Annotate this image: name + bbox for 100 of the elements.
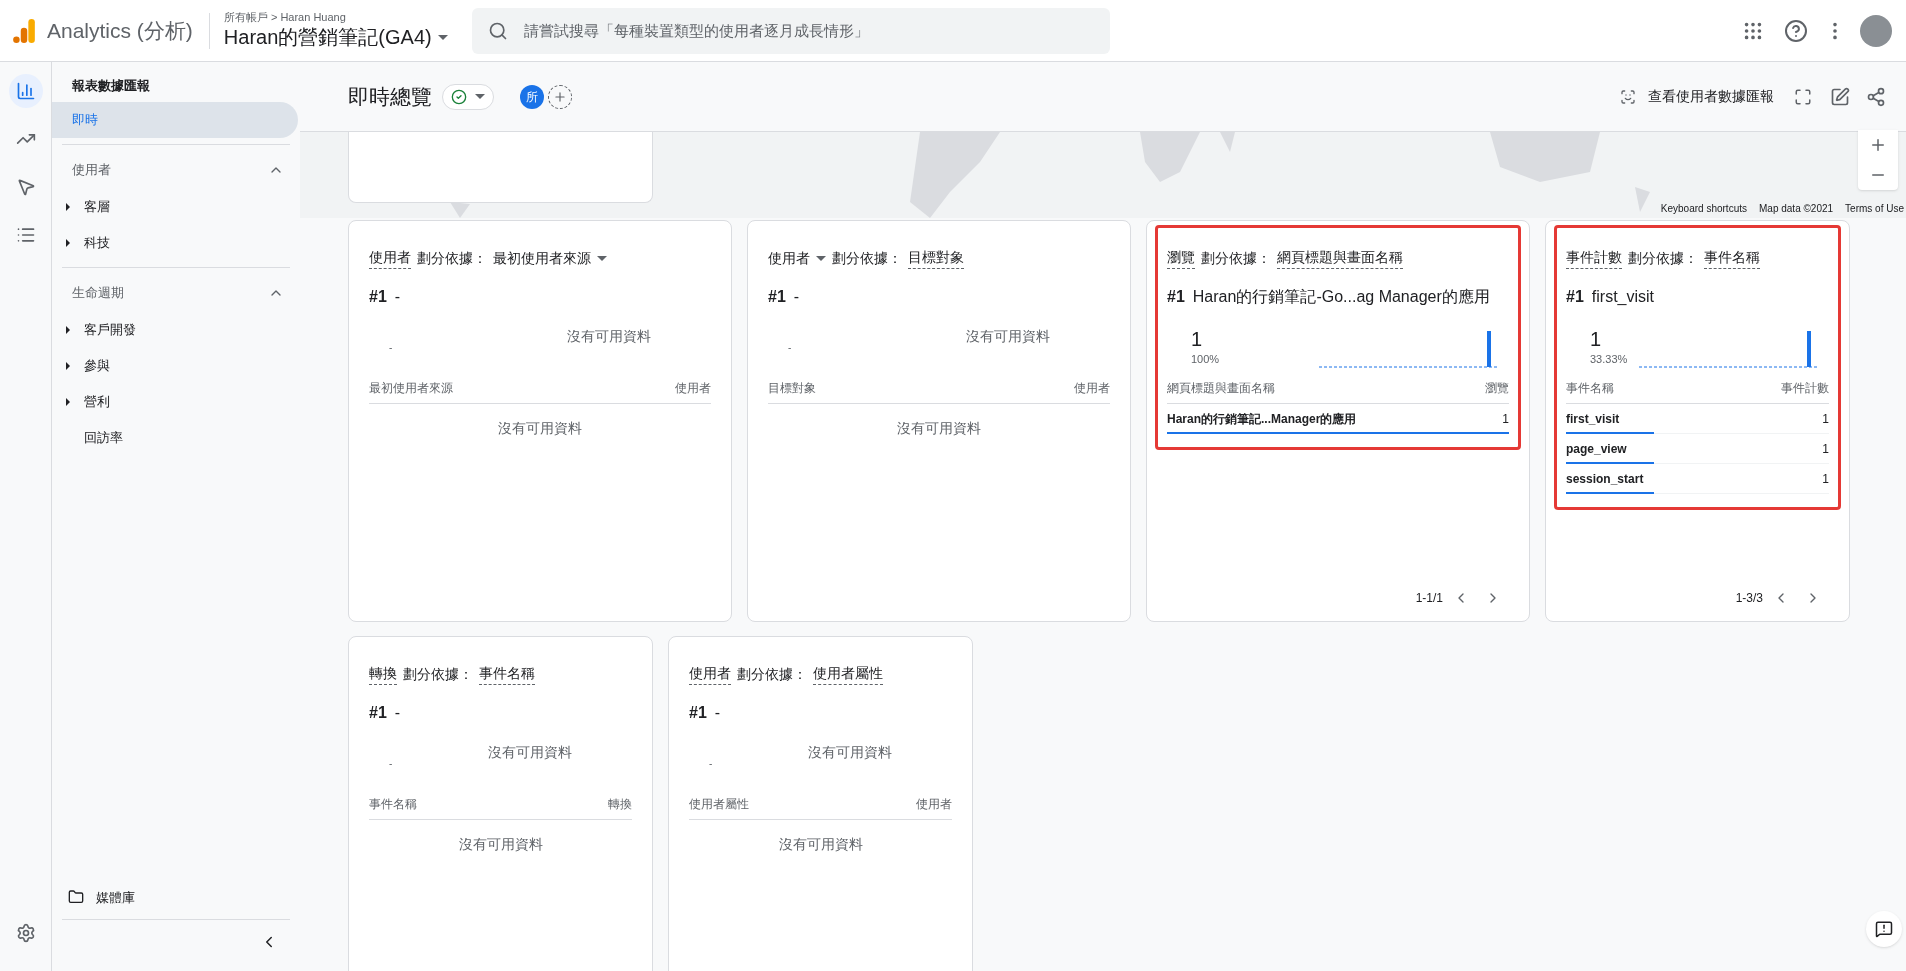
pagination-text: 1-1/1 xyxy=(1415,590,1443,607)
empty-table-text: 沒有可用資料 xyxy=(778,835,863,854)
dimension-dropdown-icon[interactable] xyxy=(597,255,607,261)
column-header: 目標對象 xyxy=(768,380,816,397)
status-dropdown[interactable] xyxy=(442,83,494,110)
comparison-chip[interactable]: 所 xyxy=(520,84,544,109)
column-header: 最初使用者來源 xyxy=(369,380,453,397)
split-label: 劃分依據： xyxy=(403,664,473,684)
expand-arrow-icon[interactable] xyxy=(66,397,70,406)
zoom-in-icon[interactable] xyxy=(1869,136,1887,154)
metric-selector[interactable]: 使用者 xyxy=(689,663,731,685)
rank: #1 xyxy=(689,703,707,723)
metric-value: 1 xyxy=(1590,326,1603,351)
section-title[interactable]: 生命週期 xyxy=(72,282,124,303)
product-name: Analytics (分析) xyxy=(47,17,193,44)
table-cell-text: 1 xyxy=(1502,410,1509,428)
breadcrumb[interactable]: 所有帳戶 > Haran Huang xyxy=(223,11,448,24)
table-cell-text: session_start xyxy=(1566,470,1644,488)
metric-selector[interactable]: 轉換 xyxy=(369,663,397,685)
column-header: 網頁標題與畫面名稱 xyxy=(1167,380,1275,397)
table-cell-text: page_view xyxy=(1566,440,1627,458)
table-cell-text: 1 xyxy=(1822,470,1829,488)
section-title[interactable]: 使用者 xyxy=(72,159,111,180)
sidebar-item[interactable]: 營利 xyxy=(84,391,110,412)
library-link[interactable]: 媒體庫 xyxy=(96,887,135,907)
help-icon[interactable] xyxy=(1784,18,1808,43)
empty-table-text: 沒有可用資料 xyxy=(458,835,543,854)
expand-arrow-icon[interactable] xyxy=(66,202,70,211)
check-icon xyxy=(451,88,467,105)
split-label: 劃分依據： xyxy=(832,248,902,268)
metric-selector[interactable]: 瀏覽 xyxy=(1167,247,1195,269)
search-field[interactable]: 請嘗試搜尋「每種裝置類型的使用者逐月成長情形」 xyxy=(471,7,1110,54)
column-header: 使用者 xyxy=(916,796,952,813)
column-header: 瀏覽 xyxy=(1485,380,1509,397)
sidebar-item[interactable]: 參與 xyxy=(84,355,110,376)
dimension-selector[interactable]: 網頁標題與畫面名稱 xyxy=(1277,247,1403,269)
pointer-icon[interactable] xyxy=(15,177,36,197)
map-footer-link[interactable]: Terms of Use xyxy=(1845,201,1904,216)
map-footer-link[interactable]: Keyboard shortcuts xyxy=(1660,201,1747,216)
settings-icon[interactable] xyxy=(15,923,36,943)
avatar[interactable] xyxy=(1860,14,1892,47)
split-label: 劃分依據： xyxy=(417,248,487,268)
rank: #1 xyxy=(768,287,786,307)
property-name[interactable]: Haran的營銷筆記(GA4) xyxy=(223,24,432,50)
table-cell-text: Haran的行銷筆記...Manager的應用 xyxy=(1167,410,1357,428)
split-label: 劃分依據： xyxy=(1201,248,1271,268)
table-cell-text: 1 xyxy=(1822,410,1829,428)
sidebar-item[interactable]: 科技 xyxy=(84,232,110,253)
dimension-selector[interactable]: 目標對象 xyxy=(908,247,964,269)
share-icon[interactable] xyxy=(1866,86,1886,107)
list-icon[interactable] xyxy=(15,225,36,245)
top-item: first_visit xyxy=(1591,287,1655,307)
top-item: Haran的行銷筆記-Go...ag Manager的應用 xyxy=(1192,287,1490,307)
expand-arrow-icon[interactable] xyxy=(66,325,70,334)
column-header: 使用者 xyxy=(675,380,711,397)
metric-selector[interactable]: 事件計數 xyxy=(1566,247,1622,269)
metric-dropdown-icon[interactable] xyxy=(816,255,826,261)
empty-table-text: 沒有可用資料 xyxy=(498,419,582,438)
sidebar-item[interactable]: 客戶開發 xyxy=(84,319,136,340)
top-item: - xyxy=(714,703,721,723)
metric-selector[interactable]: 使用者 xyxy=(369,247,411,269)
fullscreen-icon[interactable] xyxy=(1794,87,1812,106)
metric-percent: 33.33% xyxy=(1590,351,1628,367)
sidebar-item[interactable]: 即時 xyxy=(52,101,298,138)
sidebar-item[interactable]: 回訪率 xyxy=(84,427,123,448)
map-footer-link[interactable]: Map data ©2021 xyxy=(1759,201,1834,216)
column-header: 使用者屬性 xyxy=(689,796,749,813)
column-header: 事件名稱 xyxy=(369,796,417,813)
column-header: 轉換 xyxy=(608,796,632,813)
placeholder-dash: - xyxy=(389,340,393,355)
placeholder-dash: - xyxy=(709,756,713,771)
user-report-link[interactable]: 查看使用者數據匯報 xyxy=(1648,86,1774,107)
placeholder-dash: - xyxy=(788,340,792,355)
expand-arrow-icon[interactable] xyxy=(66,238,70,247)
dimension-selector[interactable]: 事件名稱 xyxy=(1704,247,1760,269)
bar-chart-icon[interactable] xyxy=(15,81,36,101)
feedback-icon xyxy=(1875,920,1893,938)
folder-icon xyxy=(68,889,84,906)
search-icon xyxy=(487,20,508,41)
dimension-selector[interactable]: 事件名稱 xyxy=(479,663,535,685)
no-data-text: 沒有可用資料 xyxy=(808,742,892,762)
property-dropdown-icon[interactable] xyxy=(437,34,448,40)
feedback-button[interactable] xyxy=(1866,911,1902,947)
split-label: 劃分依據： xyxy=(737,664,807,684)
rank: #1 xyxy=(1167,287,1185,307)
metric-value: 1 xyxy=(1191,326,1204,351)
placeholder-dash: - xyxy=(389,756,393,771)
dimension-selector[interactable]: 最初使用者來源 xyxy=(493,247,591,269)
top-item: - xyxy=(394,287,401,307)
dimension-selector[interactable]: 使用者屬性 xyxy=(813,663,883,685)
page-title: 即時總覽 xyxy=(348,83,432,110)
top-item: - xyxy=(394,703,401,723)
caret-icon[interactable] xyxy=(475,94,485,99)
metric-percent: 100% xyxy=(1191,351,1220,367)
no-data-text: 沒有可用資料 xyxy=(488,742,572,762)
top-item: - xyxy=(793,287,800,307)
edit-chart-icon[interactable] xyxy=(1830,86,1850,107)
expand-arrow-icon[interactable] xyxy=(66,361,70,370)
metric-selector[interactable]: 使用者 xyxy=(768,247,810,269)
sidebar-item[interactable]: 客層 xyxy=(84,196,110,217)
